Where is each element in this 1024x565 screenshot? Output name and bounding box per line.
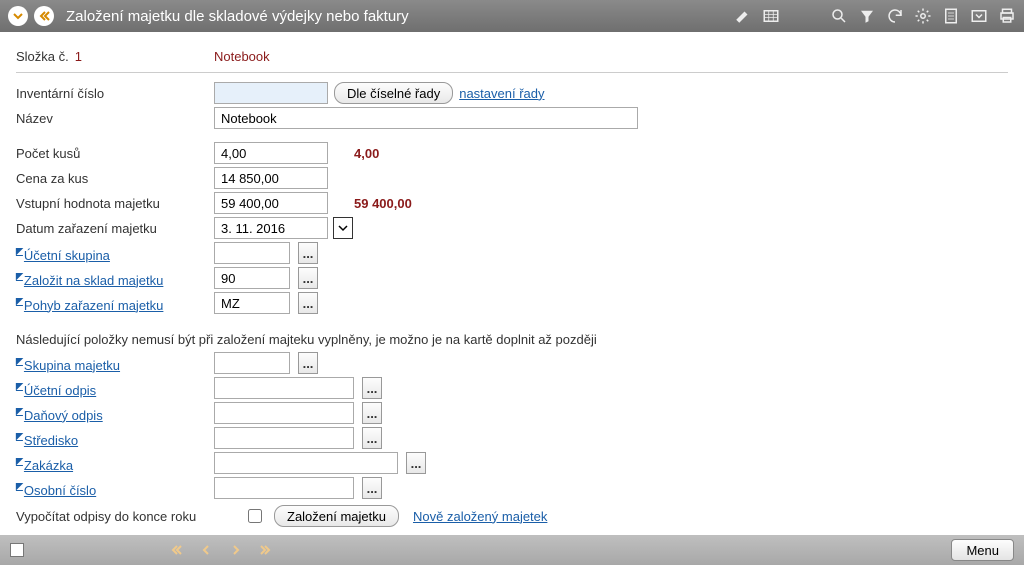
acct-dep-link[interactable]: ◤Účetní odpis	[16, 383, 96, 398]
name-input[interactable]	[214, 107, 638, 129]
inval-input[interactable]	[214, 192, 328, 214]
qty-annotation: 4,00	[354, 146, 379, 161]
folder-name: Notebook	[214, 49, 270, 64]
order-lookup-button[interactable]: ...	[406, 452, 426, 474]
header-toolbar	[734, 0, 1016, 32]
print-icon[interactable]	[998, 7, 1016, 25]
date-label: Datum zařazení majetku	[16, 221, 214, 236]
note-text: Následující položky nemusí být při založ…	[16, 332, 1008, 347]
tax-dep-lookup-button[interactable]: ...	[362, 402, 382, 424]
folder-row: Složka č. 1 Notebook	[16, 44, 1008, 68]
date-input[interactable]	[214, 217, 328, 239]
status-bar: Menu	[0, 535, 1024, 565]
acct-group-input[interactable]	[214, 242, 290, 264]
acct-dep-input[interactable]	[214, 377, 354, 399]
order-link[interactable]: ◤Zakázka	[16, 458, 73, 473]
folder-number: 1	[75, 49, 82, 64]
menu-button[interactable]: Menu	[951, 539, 1014, 561]
asset-group-input[interactable]	[214, 352, 290, 374]
qty-input[interactable]	[214, 142, 328, 164]
nav-first-button[interactable]	[164, 538, 188, 562]
settings-icon[interactable]	[914, 7, 932, 25]
series-button[interactable]: Dle číselné řady	[334, 82, 453, 104]
search-icon[interactable]	[830, 7, 848, 25]
folder-label: Složka č.	[16, 49, 69, 64]
calc-label: Vypočítat odpisy do konce roku	[16, 509, 248, 524]
price-input[interactable]	[214, 167, 328, 189]
nav-prev-button[interactable]	[194, 538, 218, 562]
qty-label: Počet kusů	[16, 146, 214, 161]
create-asset-button[interactable]: Založení majetku	[274, 505, 399, 527]
nav-next-button[interactable]	[224, 538, 248, 562]
move-input[interactable]	[214, 292, 290, 314]
series-settings-link[interactable]: nastavení řady	[459, 86, 544, 101]
refresh-icon[interactable]	[886, 7, 904, 25]
inval-annotation: 59 400,00	[354, 196, 412, 211]
move-link[interactable]: ◤Pohyb zařazení majetku	[16, 298, 163, 313]
back-button[interactable]	[34, 6, 54, 26]
name-label: Název	[16, 111, 214, 126]
nav-last-button[interactable]	[254, 538, 278, 562]
title-bar: Založení majetku dle skladové výdejky ne…	[0, 0, 1024, 32]
new-asset-link[interactable]: Nově založený majetek	[413, 509, 547, 524]
record-nav	[164, 538, 278, 562]
acct-dep-lookup-button[interactable]: ...	[362, 377, 382, 399]
inventory-input[interactable]	[214, 82, 328, 104]
window-title: Založení majetku dle skladové výdejky ne…	[66, 8, 409, 25]
date-dropdown-button[interactable]	[333, 217, 353, 239]
center-lookup-button[interactable]: ...	[362, 427, 382, 449]
tax-dep-link[interactable]: ◤Daňový odpis	[16, 408, 103, 423]
separator	[16, 72, 1008, 73]
header-left: Založení majetku dle skladové výdejky ne…	[8, 6, 409, 26]
order-input[interactable]	[214, 452, 398, 474]
edit-icon[interactable]	[734, 7, 752, 25]
person-lookup-button[interactable]: ...	[362, 477, 382, 499]
move-lookup-button[interactable]: ...	[298, 292, 318, 314]
tax-dep-input[interactable]	[214, 402, 354, 424]
asset-group-link[interactable]: ◤Skupina majetku	[16, 358, 120, 373]
stock-lookup-button[interactable]: ...	[298, 267, 318, 289]
inval-label: Vstupní hodnota majetku	[16, 196, 214, 211]
asset-group-lookup-button[interactable]: ...	[298, 352, 318, 374]
person-link[interactable]: ◤Osobní číslo	[16, 483, 96, 498]
inventory-label: Inventární číslo	[16, 86, 214, 101]
acct-group-lookup-button[interactable]: ...	[298, 242, 318, 264]
center-input[interactable]	[214, 427, 354, 449]
grid-icon[interactable]	[762, 7, 780, 25]
document-icon[interactable]	[942, 7, 960, 25]
acct-group-link[interactable]: ◤Účetní skupina	[16, 248, 110, 263]
center-link[interactable]: ◤Středisko	[16, 433, 78, 448]
price-label: Cena za kus	[16, 171, 214, 186]
collapse-button[interactable]	[8, 6, 28, 26]
filter-icon[interactable]	[858, 7, 876, 25]
person-input[interactable]	[214, 477, 354, 499]
calc-checkbox[interactable]	[248, 509, 262, 523]
stock-input[interactable]	[214, 267, 290, 289]
selection-box[interactable]	[10, 543, 24, 557]
form-content: Složka č. 1 Notebook Inventární číslo Dl…	[0, 32, 1024, 535]
stock-link[interactable]: ◤Založit na sklad majetku	[16, 273, 163, 288]
export-icon[interactable]	[970, 7, 988, 25]
